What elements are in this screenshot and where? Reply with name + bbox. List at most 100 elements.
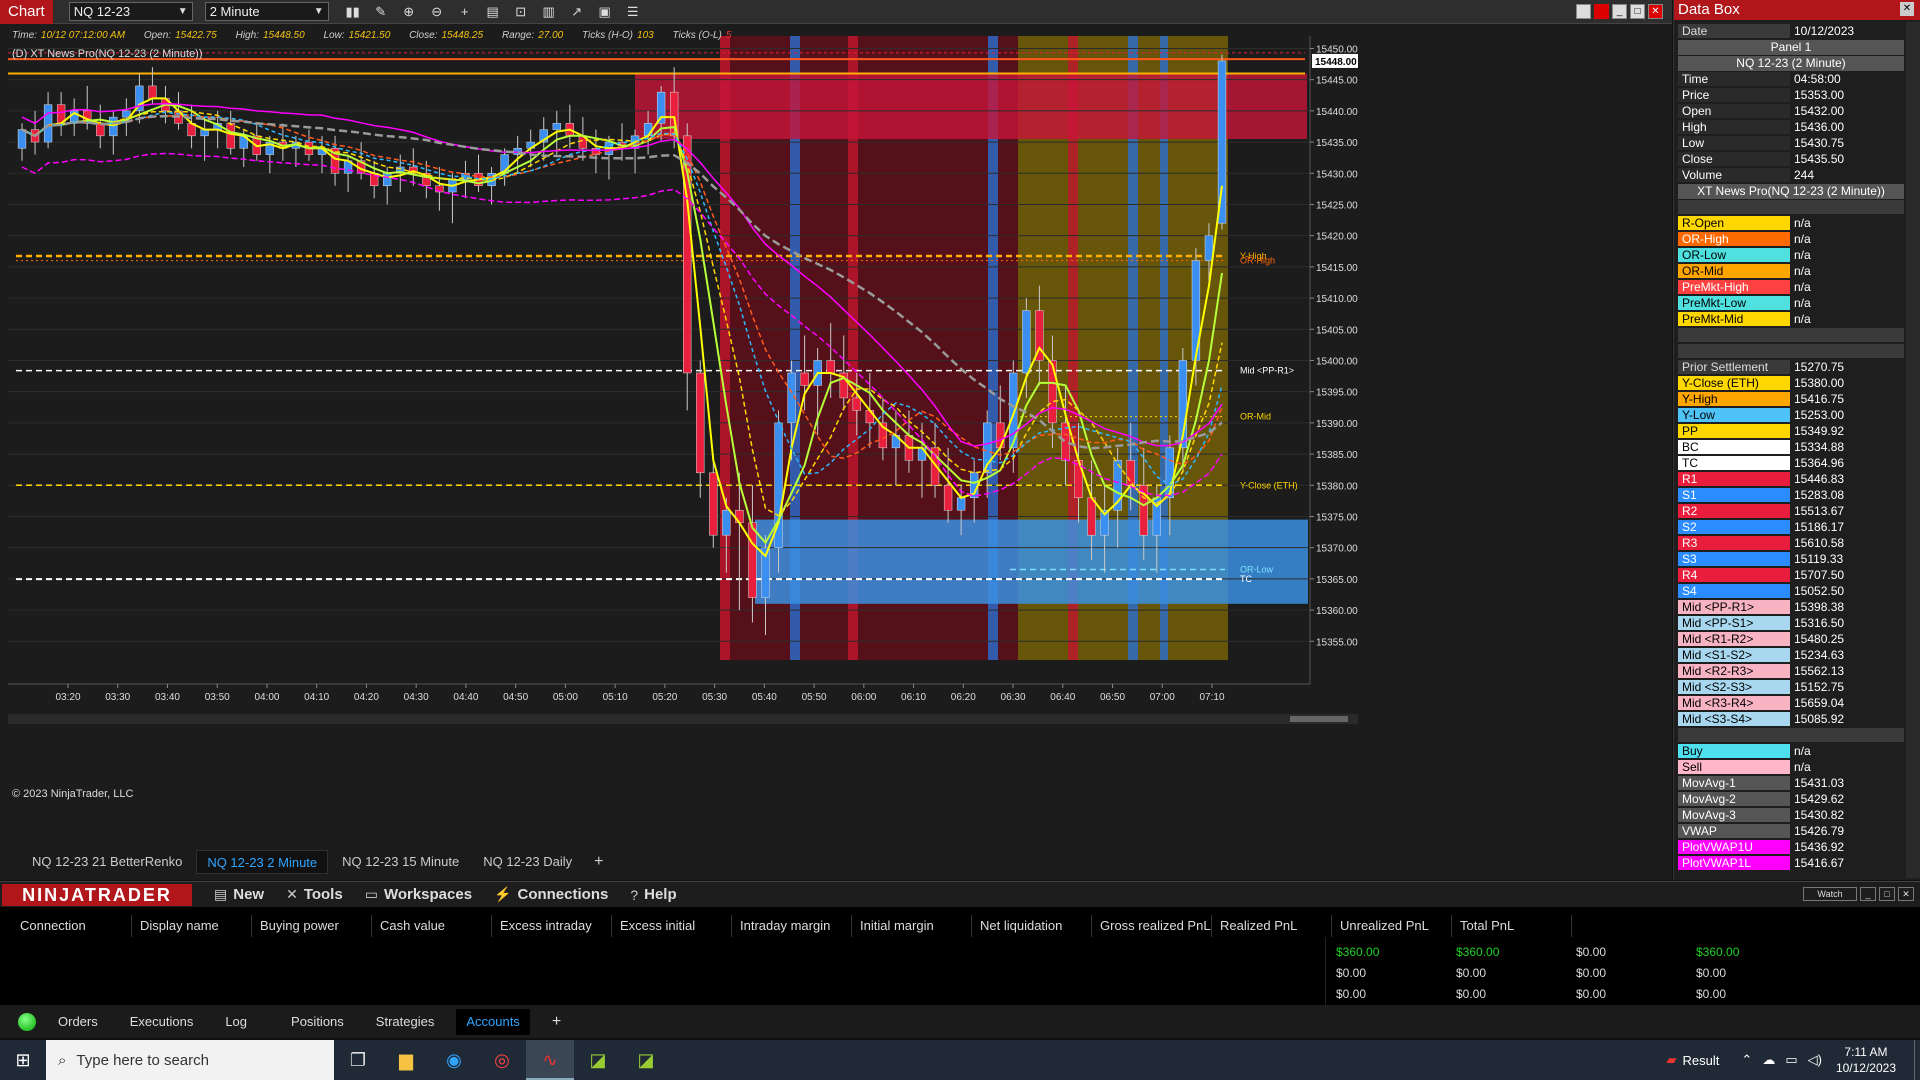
tab-15-minute[interactable]: NQ 12-23 15 Minute xyxy=(332,850,469,874)
data-box-row: PlotVWAP1L 15416.67 xyxy=(1678,856,1904,871)
data-box-row: R4 15707.50 xyxy=(1678,568,1904,583)
tab-orders[interactable]: Orders xyxy=(48,1009,108,1035)
column-header[interactable]: Total PnL xyxy=(1452,915,1572,937)
indicators-icon[interactable]: ▥ xyxy=(539,3,559,21)
data-box-label: Low xyxy=(1678,136,1790,150)
data-box-label: R4 xyxy=(1678,568,1790,582)
scrollbar-thumb xyxy=(1290,716,1348,722)
y-tick-label: 15380.00 xyxy=(1316,481,1358,492)
level-label: OR-Mid xyxy=(1240,412,1271,422)
tab-log[interactable]: Log xyxy=(215,1009,257,1035)
x-tick-label: 03:40 xyxy=(155,692,180,703)
chrome-icon[interactable]: ◎ xyxy=(478,1040,526,1080)
minimize-button[interactable]: _ xyxy=(1612,4,1627,19)
chevron-up-icon[interactable]: ⌃ xyxy=(1741,1052,1752,1068)
column-header[interactable]: Intraday margin xyxy=(732,915,852,937)
info-open: 15422.75 xyxy=(175,30,217,41)
tab-positions[interactable]: Positions xyxy=(281,1009,354,1035)
data-box-scrollbar[interactable] xyxy=(1906,22,1920,878)
tray-label[interactable]: Result xyxy=(1683,1053,1720,1068)
windows-start-icon[interactable]: ⊞ xyxy=(0,1040,46,1080)
properties-icon[interactable]: ▤ xyxy=(483,3,503,21)
column-header[interactable]: Connection xyxy=(12,915,132,937)
network-icon[interactable]: ▭ xyxy=(1785,1052,1797,1068)
price-chart[interactable]: Y-HighOR-HighMid <PP-R1>OR-MidY-Close (E… xyxy=(0,24,1672,849)
add-tab-icon[interactable]: + xyxy=(542,1009,571,1035)
window-restore-button[interactable] xyxy=(1576,4,1591,19)
column-header[interactable]: Cash value xyxy=(372,915,492,937)
edge-icon[interactable]: ◉ xyxy=(430,1040,478,1080)
data-box-label: S3 xyxy=(1678,552,1790,566)
column-header[interactable]: Excess initial margin xyxy=(612,915,732,955)
bar-type-icon[interactable]: ▮▮ xyxy=(343,3,363,21)
level-label: OR-Low xyxy=(1240,565,1274,575)
column-header[interactable]: Initial margin xyxy=(852,915,972,937)
candle-body xyxy=(17,129,27,149)
candle-body xyxy=(552,123,561,130)
minimize-button[interactable]: _ xyxy=(1860,887,1876,901)
menu-connections[interactable]: ⚡ Connections xyxy=(494,886,608,903)
templates-icon[interactable]: ⊡ xyxy=(511,3,531,21)
x-tick-label: 03:20 xyxy=(55,692,80,703)
list-icon[interactable]: ☰ xyxy=(623,3,643,21)
interval-selector[interactable]: 2 Minute ▼ xyxy=(204,2,329,21)
menu-help[interactable]: ? Help xyxy=(630,886,676,903)
watch-button[interactable]: Watch xyxy=(1803,887,1857,901)
maximize-button[interactable]: □ xyxy=(1879,887,1895,901)
show-desktop-button[interactable] xyxy=(1914,1040,1920,1080)
ninjatrader-taskbar-icon[interactable]: ∿ xyxy=(526,1040,574,1080)
column-header[interactable]: Realized PnL xyxy=(1212,915,1332,937)
file-explorer-icon[interactable]: ▆ xyxy=(382,1040,430,1080)
y-tick-label: 15385.00 xyxy=(1316,450,1358,461)
tab-accounts[interactable]: Accounts xyxy=(456,1008,530,1035)
close-button[interactable]: ✕ xyxy=(1898,887,1914,901)
app-icon[interactable]: ◪ xyxy=(622,1040,670,1080)
menu-new[interactable]: ▤ New xyxy=(214,886,264,903)
cloud-icon[interactable]: ☁ xyxy=(1762,1052,1775,1068)
accounts-body xyxy=(12,937,1326,1005)
task-view-icon[interactable]: ❐ xyxy=(334,1040,382,1080)
column-header[interactable]: Gross realized PnL xyxy=(1092,915,1212,937)
data-box-label: Open xyxy=(1678,104,1790,118)
clock[interactable]: 7:11 AM 10/12/2023 xyxy=(1836,1044,1896,1076)
tab-2-minute[interactable]: NQ 12-23 2 Minute xyxy=(196,850,329,874)
app-icon[interactable]: ◪ xyxy=(574,1040,622,1080)
zoom-in-icon[interactable]: ⊕ xyxy=(399,3,419,21)
crosshair-icon[interactable]: + xyxy=(455,3,475,21)
column-header[interactable]: Display name xyxy=(132,915,252,937)
column-header[interactable]: Unrealized PnL xyxy=(1332,915,1452,937)
zoom-out-icon[interactable]: ⊖ xyxy=(427,3,447,21)
menu-tools[interactable]: ✕ Tools xyxy=(286,886,343,903)
strategies-icon[interactable]: ↗ xyxy=(567,3,587,21)
pencil-icon[interactable]: ✎ xyxy=(371,3,391,21)
column-header[interactable]: Net liquidation xyxy=(972,915,1092,937)
menu-workspaces[interactable]: ▭ Workspaces xyxy=(365,886,472,903)
data-box-value: n/a xyxy=(1794,312,1811,326)
column-header[interactable]: Buying power xyxy=(252,915,372,937)
taskbar-search[interactable]: ⌕ Type here to search xyxy=(46,1040,334,1080)
volume-icon[interactable]: ◁) xyxy=(1808,1052,1822,1068)
x-tick-label: 06:10 xyxy=(901,692,926,703)
candle-body xyxy=(852,397,861,411)
tab-executions[interactable]: Executions xyxy=(120,1009,204,1035)
x-tick-label: 04:30 xyxy=(404,692,429,703)
column-header[interactable]: Excess intraday margin xyxy=(492,915,612,955)
close-button[interactable]: ✕ xyxy=(1648,4,1663,19)
instrument-selector[interactable]: NQ 12-23 ▼ xyxy=(68,2,193,21)
add-tab-icon[interactable]: + xyxy=(594,853,603,871)
close-icon[interactable]: ✕ xyxy=(1900,2,1914,16)
window-color-button[interactable] xyxy=(1594,4,1609,19)
data-box-label: VWAP xyxy=(1678,824,1790,838)
tab-daily[interactable]: NQ 12-23 Daily xyxy=(473,850,582,874)
data-box-row: Price 15353.00 xyxy=(1678,88,1904,103)
y-tick-label: 15435.00 xyxy=(1316,138,1358,149)
data-box-row: S2 15186.17 xyxy=(1678,520,1904,535)
chevron-down-icon: ▼ xyxy=(313,6,324,17)
tab-betterrenko[interactable]: NQ 12-23 21 BetterRenko xyxy=(22,850,192,874)
data-box-row: R2 15513.67 xyxy=(1678,504,1904,519)
info-label: Range: xyxy=(501,30,535,41)
tab-strategies[interactable]: Strategies xyxy=(366,1009,445,1035)
chart-toolbar: Chart NQ 12-23 ▼ 2 Minute ▼ ▮▮ ✎ ⊕ ⊖ + ▤ ⊡… xyxy=(0,0,1672,24)
maximize-button[interactable]: □ xyxy=(1630,4,1645,19)
data-box-icon[interactable]: ▣ xyxy=(595,3,615,21)
